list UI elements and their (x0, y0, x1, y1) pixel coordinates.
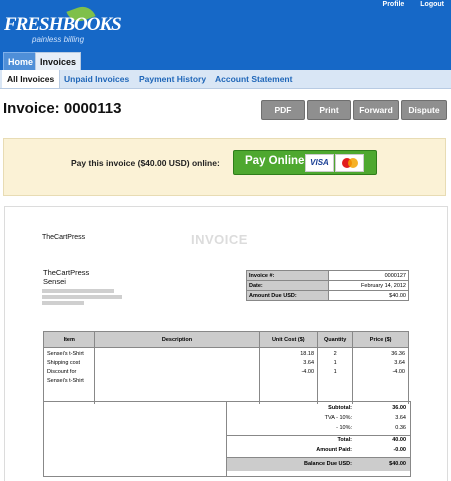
row-unit-cost: 3.64 (258, 359, 319, 368)
redacted-address-line (42, 301, 84, 305)
subnav-payment-history[interactable]: Payment History (139, 70, 206, 88)
subnav: All Invoices Unpaid Invoices Payment His… (0, 70, 451, 89)
client-address: TheCartPress Sensei (43, 268, 89, 286)
row-price: -4.00 (352, 368, 409, 404)
subnav-all-invoices[interactable]: All Invoices (2, 70, 61, 88)
col-price: Price ($) (352, 331, 409, 348)
pay-online-panel: Pay this invoice ($40.00 USD) online: Pa… (3, 138, 446, 196)
line-items-table: Item Description Unit Cost ($) Quantity … (42, 331, 409, 404)
subnav-unpaid-invoices[interactable]: Unpaid Invoices (64, 70, 129, 88)
meta-value: 0000127 (328, 270, 409, 281)
pay-online-button[interactable]: Pay Online VISA (233, 150, 377, 175)
redacted-address-line (42, 289, 114, 293)
tax-row: TVA - 10%: 3.64 (324, 415, 406, 421)
subnav-account-statement[interactable]: Account Statement (215, 70, 292, 88)
table-row: Discount for Sensei's t-Shirt -4.00 1 -4… (42, 368, 409, 404)
profile-link[interactable]: Profile (383, 1, 405, 8)
row-description (94, 368, 260, 404)
logout-link[interactable]: Logout (420, 1, 444, 8)
print-button[interactable]: Print (307, 100, 351, 120)
table-row: Sensei's t-Shirt 18.18 2 36.36 (42, 347, 409, 359)
totals-block: Subtotal: 36.00 TVA - 10%: 3.64 - 10%: 0… (43, 401, 411, 477)
mastercard-icon (335, 154, 364, 172)
freshbooks-logo[interactable]: FRESHBOOKS painless billing (4, 2, 122, 51)
row-price: 3.64 (352, 359, 409, 368)
row-description (94, 347, 260, 359)
visa-icon: VISA (305, 154, 334, 172)
tab-home[interactable]: Home (3, 52, 39, 71)
meta-value: February 14, 2012 (328, 280, 409, 291)
invoice-from: TheCartPress (42, 234, 86, 241)
row-item: Sensei's t-Shirt (42, 347, 96, 359)
dispute-button[interactable]: Dispute (401, 100, 447, 120)
col-unit-cost: Unit Cost ($) (258, 331, 319, 348)
col-quantity: Quantity (317, 331, 354, 348)
total-row: Total: 40.00 (337, 437, 406, 443)
row-unit-cost: 18.18 (258, 347, 319, 359)
row-quantity: 2 (317, 347, 354, 359)
balance-due-row: Balance Due USD: $40.00 (227, 457, 410, 471)
meta-label: Invoice #: (246, 270, 329, 281)
row-description (94, 359, 260, 368)
row-item: Discount for Sensei's t-Shirt (42, 368, 96, 404)
invoice-meta-table: Invoice #: 0000127 Date: February 14, 2012… (246, 270, 409, 301)
row-quantity: 1 (317, 368, 354, 404)
col-item: Item (42, 331, 96, 348)
top-links: Profile Logout (369, 1, 444, 8)
row-price: 36.36 (352, 347, 409, 359)
redacted-address-line (42, 295, 122, 299)
amount-paid-row: Amount Paid: -0.00 (316, 447, 406, 453)
col-description: Description (94, 331, 260, 348)
forward-button[interactable]: Forward (353, 100, 399, 120)
row-quantity: 1 (317, 359, 354, 368)
meta-label: Amount Due USD: (246, 290, 329, 301)
meta-label: Date: (246, 280, 329, 291)
table-row: Shipping cost 3.64 1 3.64 (42, 359, 409, 368)
client-name: Sensei (43, 277, 66, 286)
logo-tagline: painless billing (32, 35, 85, 44)
page-title: Invoice: 0000113 (3, 100, 122, 117)
row-unit-cost: -4.00 (258, 368, 319, 404)
subtotal-row: Subtotal: 36.00 (328, 405, 406, 411)
pay-online-label: Pay Online (245, 155, 305, 167)
tab-invoices[interactable]: Invoices (35, 52, 82, 71)
tax-row: - 10%: 0.36 (336, 425, 406, 431)
logo-text: FRESHBOOKS (4, 14, 122, 35)
invoice-heading: INVOICE (191, 232, 248, 247)
header-bar: FRESHBOOKS painless billing Profile Logo… (0, 0, 451, 71)
client-company: TheCartPress (43, 268, 90, 277)
pay-prompt: Pay this invoice ($40.00 USD) online: (71, 158, 220, 168)
pdf-button[interactable]: PDF (261, 100, 305, 120)
row-item: Shipping cost (42, 359, 96, 368)
invoice-document: TheCartPress INVOICE TheCartPress Sensei… (4, 206, 448, 481)
meta-value: $40.00 (328, 290, 409, 301)
